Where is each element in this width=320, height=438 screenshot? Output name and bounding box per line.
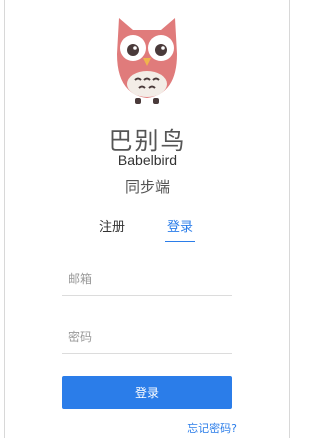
login-button[interactable]: 登录	[62, 376, 232, 409]
forgot-password-link[interactable]: 忘记密码?	[187, 420, 237, 436]
email-field	[62, 265, 232, 296]
owl-logo-icon	[117, 18, 177, 104]
tab-register[interactable]: 注册	[99, 216, 125, 235]
password-field	[62, 323, 232, 354]
app-title: 巴别鸟	[108, 127, 187, 155]
email-input[interactable]	[62, 265, 232, 293]
password-input[interactable]	[62, 323, 232, 351]
app-subtitle: 同步端	[124, 178, 170, 196]
tab-login[interactable]: 登录	[165, 216, 195, 242]
app-title-english: Babelbird	[117, 152, 178, 168]
